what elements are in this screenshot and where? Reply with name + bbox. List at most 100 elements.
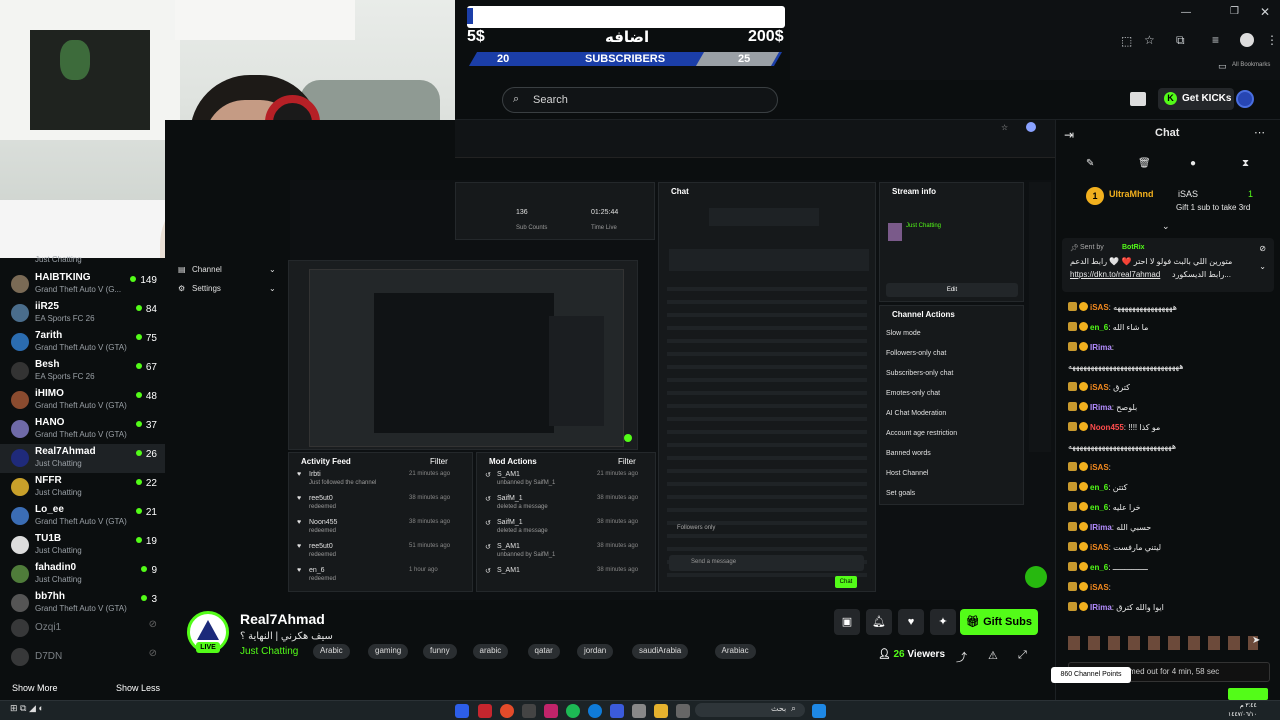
get-kicks-button[interactable]: K Get KICKs — [1158, 88, 1234, 110]
chat-username[interactable]: iSAS — [1090, 303, 1109, 312]
bookmark-star-icon[interactable]: ☆ — [1144, 33, 1155, 47]
notification-bell-icon[interactable]: 🔔︎ — [866, 609, 892, 635]
search-input[interactable]: ⌕ Search — [502, 87, 778, 113]
taskbar-app-icon-7[interactable] — [676, 704, 690, 718]
sidebar-channel-item[interactable]: fahadin0 Just Chatting 9 — [0, 560, 165, 589]
maximize-icon[interactable]: ❐ — [1230, 6, 1239, 17]
channel-action-item[interactable]: Set goals — [886, 490, 915, 497]
activity-filter-button[interactable]: Filter — [424, 453, 454, 470]
channel-action-item[interactable]: AI Chat Moderation — [886, 410, 946, 417]
send-icon[interactable]: ➤ — [1252, 635, 1260, 646]
stream-tag[interactable]: qatar — [527, 644, 560, 659]
sidebar-offline-item[interactable]: Ozqi1 ⊘ — [0, 614, 165, 643]
chat-bubble-icon[interactable]: ● — [1190, 158, 1196, 169]
stream-tag[interactable]: saudiArabia — [632, 644, 689, 659]
chat-username[interactable]: iSAS — [1090, 543, 1109, 552]
chat-message[interactable]: Noon455: !!!! مو كذا — [1068, 422, 1160, 432]
taskbar-app-icon-2[interactable] — [478, 704, 492, 718]
close-icon[interactable]: ✕ — [1260, 5, 1270, 19]
sidebar-channel-item[interactable]: Besh EA Sports FC 26 67 — [0, 357, 165, 386]
chat-message[interactable]: en_6: ما شاء الله — [1068, 322, 1148, 332]
chat-username[interactable]: en_6 — [1090, 503, 1108, 512]
hourglass-icon[interactable]: ⧗ — [1242, 158, 1249, 169]
user-avatar[interactable] — [1236, 90, 1254, 108]
collapse-chat-icon[interactable]: ⇥ — [1064, 128, 1074, 142]
profile-icon[interactable] — [1240, 33, 1254, 47]
sidebar-channel-item[interactable]: 7arith Grand Theft Auto V (GTA) 75 — [0, 328, 165, 357]
taskbar-app-icon-1[interactable] — [455, 704, 469, 718]
chat-message[interactable]: IRima: بلوصح — [1068, 402, 1137, 412]
spotify-icon[interactable] — [566, 704, 580, 718]
pinned-link[interactable]: https://dkn.to/real7ahmad — [1070, 270, 1160, 279]
translate-icon[interactable]: ⬚ — [1121, 34, 1132, 48]
chat-username[interactable]: iSAS — [1090, 583, 1109, 592]
bookmarks-folder-icon[interactable]: ▭ — [1218, 61, 1227, 72]
chat-message[interactable]: iSAS: ليتني مارفست — [1068, 542, 1161, 552]
taskbar-search[interactable]: بحث ⌕ — [695, 703, 805, 717]
chat-username[interactable]: IRima — [1090, 403, 1112, 412]
taskbar-app-icon-4[interactable] — [544, 704, 558, 718]
channel-action-item[interactable]: Banned words — [886, 450, 931, 457]
channel-action-item[interactable]: Host Channel — [886, 470, 928, 477]
chat-message[interactable]: iSAS: كترق — [1068, 382, 1130, 392]
sidebar-channel-item[interactable]: Real7Ahmad Just Chatting 26 — [0, 444, 165, 473]
extensions-icon[interactable]: ⧉ — [1176, 33, 1185, 48]
channel-action-item[interactable]: Emotes-only chat — [886, 390, 940, 397]
show-less-button[interactable]: Show Less — [116, 683, 160, 693]
sidebar-channel-item[interactable]: TU1B Just Chatting 19 — [0, 531, 165, 560]
taskbar-app-icon-3[interactable] — [522, 704, 536, 718]
chat-username[interactable]: en_6 — [1090, 563, 1108, 572]
mod-filter-button[interactable]: Filter — [612, 453, 642, 470]
chat-send-button[interactable] — [1228, 688, 1268, 700]
all-bookmarks-link[interactable]: All Bookmarks — [1232, 62, 1270, 68]
unpin-icon[interactable]: ⊘ — [1259, 244, 1266, 253]
chat-username[interactable]: IRima — [1090, 523, 1112, 532]
chat-username[interactable]: IRima — [1090, 343, 1112, 352]
dashboard-message-input[interactable]: Send a message — [669, 555, 864, 571]
sidebar-channel-item[interactable]: iHIMO Grand Theft Auto V (GTA) 48 — [0, 386, 165, 415]
media-icon[interactable]: ≡ — [1212, 33, 1219, 47]
chat-message[interactable]: IRima: — [1068, 342, 1114, 352]
file-explorer-icon[interactable] — [654, 704, 668, 718]
chat-message[interactable]: iSAS: — [1068, 462, 1111, 472]
channel-action-item[interactable]: Slow mode — [886, 330, 921, 337]
chat-menu-icon[interactable]: ⋯ — [1254, 126, 1265, 139]
pinned-expand-icon[interactable]: ⌄ — [1259, 262, 1266, 271]
windows-start-icon[interactable] — [812, 704, 826, 718]
chat-message[interactable]: iSAS: ههههههههههههههههه — [1068, 302, 1177, 312]
channel-action-item[interactable]: Account age restriction — [886, 430, 957, 437]
gift-subs-button[interactable]: 🎁︎ Gift Subs — [960, 609, 1038, 635]
stream-tag[interactable]: gaming — [368, 644, 409, 659]
channel-action-item[interactable]: Subscribers-only chat — [886, 370, 953, 377]
chrome-icon[interactable] — [500, 704, 514, 718]
channel-action-item[interactable]: Followers-only chat — [886, 350, 946, 357]
chat-message[interactable]: en_6: كتتن — [1068, 482, 1127, 492]
chat-username[interactable]: iSAS — [1090, 463, 1109, 472]
floating-action-icon[interactable] — [1025, 566, 1047, 588]
stream-tag[interactable]: Arabiac — [714, 644, 756, 659]
stream-tag[interactable]: jordan — [577, 644, 614, 659]
sidebar-channel-item[interactable]: iiR25 EA Sports FC 26 84 — [0, 299, 165, 328]
menu-icon[interactable]: ⋮ — [1266, 33, 1278, 47]
kick-logo-icon[interactable] — [1130, 92, 1146, 106]
stream-tag[interactable]: arabic — [472, 644, 509, 659]
report-icon[interactable]: ⚠ — [988, 649, 998, 662]
edge-icon[interactable] — [588, 704, 602, 718]
clip-icon[interactable]: ▣ — [834, 609, 860, 635]
channel-name[interactable]: Real7Ahmad — [240, 611, 325, 627]
sidebar-channel-item[interactable]: HAIBTKING Grand Theft Auto V (G... 149 — [0, 270, 165, 299]
subscribe-star-icon[interactable]: ✦ — [930, 609, 956, 635]
chat-username[interactable]: iSAS — [1090, 383, 1109, 392]
sidebar-offline-item[interactable]: D7DN ⊘ — [0, 643, 165, 672]
tray-icons[interactable]: ⊞ ⧉ ◢ ◐ — [10, 703, 44, 714]
chat-username[interactable]: en_6 — [1090, 483, 1108, 492]
sidebar-channel-item[interactable]: HANO Grand Theft Auto V (GTA) 37 — [0, 415, 165, 444]
chat-message[interactable]: en_6: ـــــــــــــــ — [1068, 562, 1148, 572]
sidebar-channel-item[interactable]: Lo_ee Grand Theft Auto V (GTA) 21 — [0, 502, 165, 531]
theater-mode-icon[interactable]: ⤢ — [1018, 649, 1027, 662]
chat-message[interactable]: ههههههههههههههههههههههههههههه — [1068, 442, 1176, 451]
mod-tool-icon[interactable]: ✎ — [1086, 158, 1094, 169]
chat-message[interactable]: IRima: ايوا والله كترق — [1068, 602, 1164, 612]
chat-message[interactable]: en_6: خرا عليه — [1068, 502, 1141, 512]
dashboard-chat-button[interactable]: Chat — [835, 576, 857, 588]
